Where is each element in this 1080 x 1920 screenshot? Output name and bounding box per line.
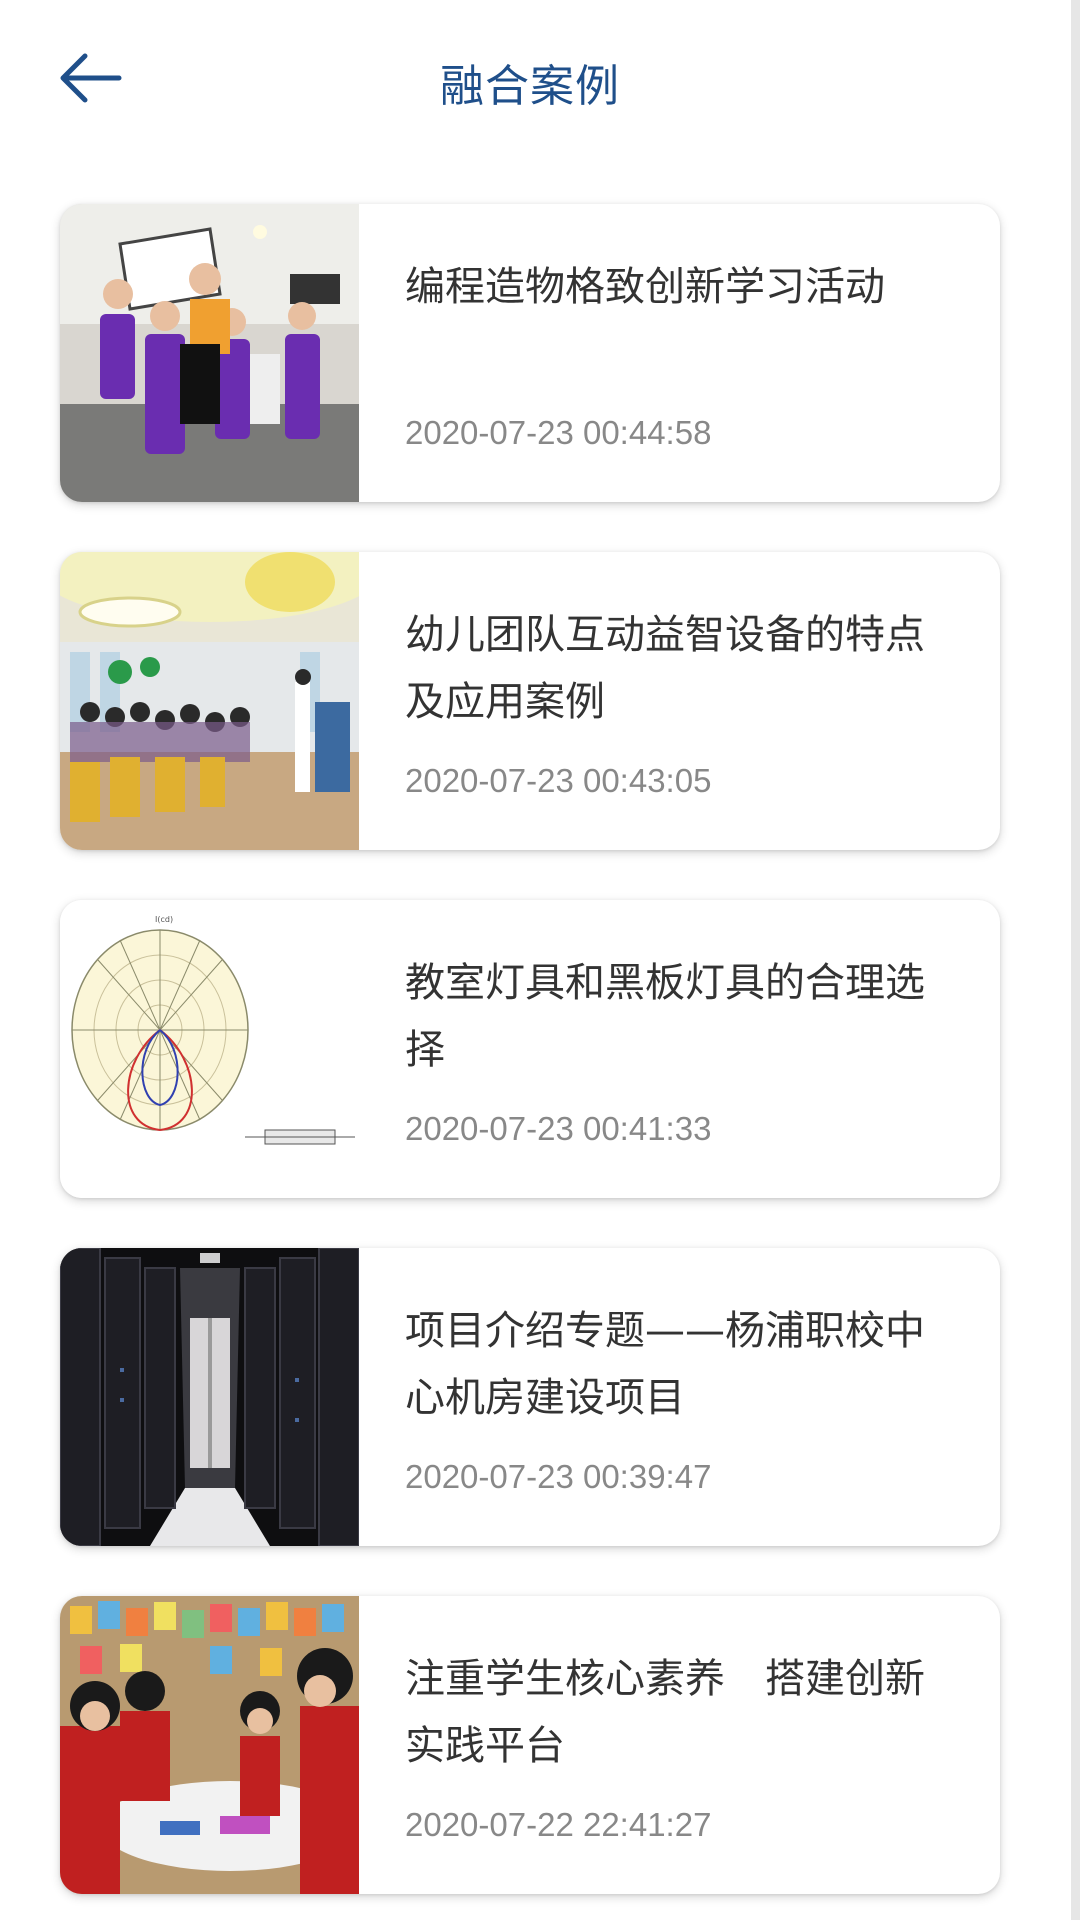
case-body: 项目介绍专题——杨浦职校中心机房建设项目 2020-07-23 00:39:47 <box>359 1248 1000 1546</box>
case-date: 2020-07-23 00:39:47 <box>405 1458 712 1495</box>
case-body: 幼儿团队互动益智设备的特点及应用案例 2020-07-23 00:43:05 <box>359 552 1000 850</box>
app-header: 融合案例 <box>0 0 1071 165</box>
case-body: 教室灯具和黑板灯具的合理选择 2020-07-23 00:41:33 <box>359 900 1000 1198</box>
case-date: 2020-07-23 00:44:58 <box>405 414 712 451</box>
case-card[interactable]: 幼儿团队互动益智设备的特点及应用案例 2020-07-23 00:43:05 <box>60 552 1000 850</box>
case-card[interactable]: 编程造物格致创新学习活动 2020-07-23 00:44:58 <box>60 204 1000 502</box>
case-title: 编程造物格致创新学习活动 <box>405 264 885 310</box>
case-date: 2020-07-23 00:43:05 <box>405 762 712 799</box>
case-title: 注重学生核心素养 搭建创新实践平台 <box>405 1656 925 1769</box>
case-thumbnail <box>60 1596 359 1894</box>
case-title: 教室灯具和黑板灯具的合理选择 <box>405 960 925 1073</box>
case-date: 2020-07-23 00:41:33 <box>405 1110 712 1147</box>
case-card[interactable]: I(cd) 教室灯具和黑板灯具的合理选择 2020-07-23 00:41:33 <box>60 900 1000 1198</box>
case-thumbnail: I(cd) <box>60 900 359 1198</box>
case-title: 幼儿团队互动益智设备的特点及应用案例 <box>405 612 925 725</box>
svg-text:I(cd): I(cd) <box>155 915 173 924</box>
case-body: 编程造物格致创新学习活动 2020-07-23 00:44:58 <box>359 204 1000 502</box>
page-title: 融合案例 <box>440 61 620 112</box>
case-title: 项目介绍专题——杨浦职校中心机房建设项目 <box>405 1308 925 1421</box>
scrollbar-track[interactable] <box>1071 0 1080 1920</box>
case-date: 2020-07-22 22:41:27 <box>405 1806 712 1843</box>
case-thumbnail <box>60 1248 359 1546</box>
case-list: 编程造物格致创新学习活动 2020-07-23 00:44:58 幼儿团队互动益… <box>60 204 1000 1920</box>
page: 融合案例 编程造物格致创新学习活动 2020-07-23 00:44:58 幼儿… <box>0 0 1080 1920</box>
case-body: 注重学生核心素养 搭建创新实践平台 2020-07-22 22:41:27 <box>359 1596 1000 1894</box>
case-card[interactable]: 项目介绍专题——杨浦职校中心机房建设项目 2020-07-23 00:39:47 <box>60 1248 1000 1546</box>
case-card[interactable]: 注重学生核心素养 搭建创新实践平台 2020-07-22 22:41:27 <box>60 1596 1000 1894</box>
case-thumbnail <box>60 552 359 850</box>
case-thumbnail <box>60 204 359 502</box>
